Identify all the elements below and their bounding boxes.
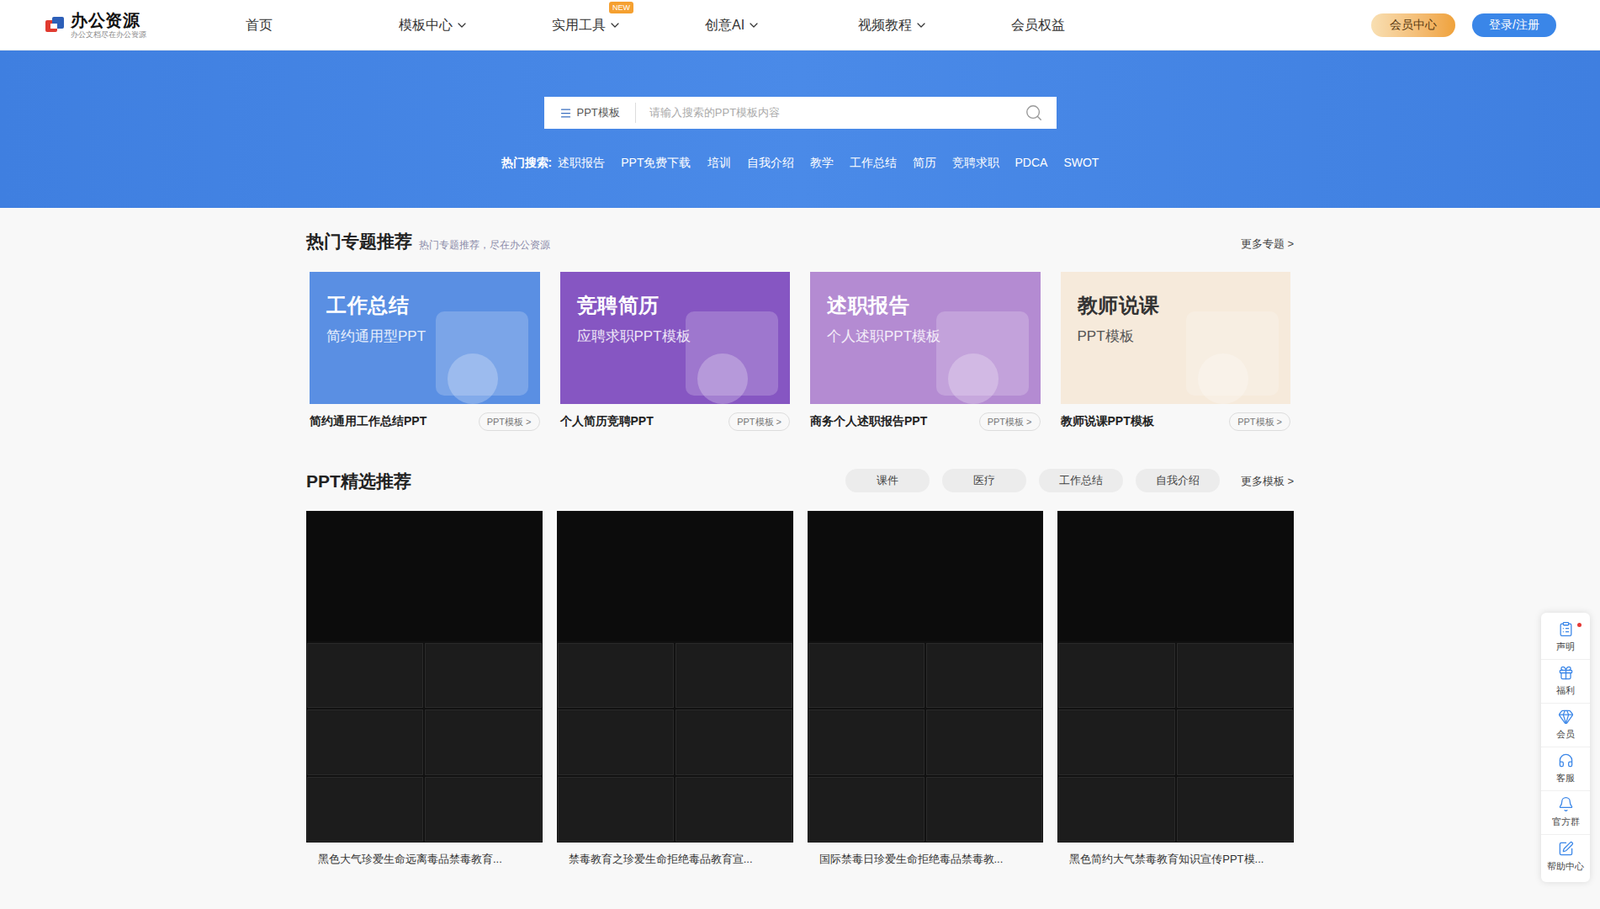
sidebar-item[interactable]: 帮助中心	[1541, 834, 1590, 879]
topic-card[interactable]: 工作总结简约通用型PPT 简约通用工作总结PPT PPT模板 >	[309, 271, 541, 431]
template-caption: 禁毒教育之珍爱生命拒绝毒品教育宣...	[556, 850, 794, 868]
hot-search-item[interactable]: PDCA	[1015, 153, 1049, 172]
more-topics-link[interactable]: 更多专题 >	[1240, 235, 1294, 253]
search-banner: PPT模板热门搜索:述职报告 PPT免费下载培训自我介绍教学工作总结简历竞聘求职 P…	[0, 50, 1600, 208]
template-preview	[1057, 510, 1294, 843]
topic-banner: 教师说课PPT模板	[1060, 271, 1292, 404]
template-caption: 国际禁毒日珍爱生命拒绝毒品禁毒教...	[807, 850, 1044, 868]
header: 办公资源办公文档尽在办公资源首页模板中心实用工具NEW创意AI视频教程会员权益会…	[0, 0, 1600, 51]
pen-icon	[1557, 840, 1574, 857]
topic-tag[interactable]: PPT模板 >	[478, 412, 541, 431]
chevron-down-icon	[747, 18, 761, 32]
content: 热门专题推荐热门专题推荐，尽在办公资源 更多专题 > 工作总结简约通用型PPT 简约通…	[306, 207, 1294, 868]
template-card[interactable]: 禁毒教育之珍爱生命拒绝毒品教育宣...	[556, 510, 794, 868]
topic-tag[interactable]: PPT模板 >	[979, 412, 1041, 431]
topic-card[interactable]: 竞聘简历应聘求职PPT模板个人简历竞聘PPT PPT模板 >	[560, 271, 791, 431]
headphones-icon	[1557, 752, 1574, 769]
template-tag[interactable]: 医疗	[942, 468, 1027, 493]
hot-search-item[interactable]: SWOT	[1063, 153, 1099, 172]
topics-header: 热门专题推荐热门专题推荐，尽在办公资源 更多专题 >	[306, 207, 1294, 255]
hot-search-item[interactable]: 述职报告	[557, 153, 605, 172]
templates-header: PPT精选推荐 课件医疗工作总结自我介绍 更多模板 >	[306, 467, 1294, 495]
template-card[interactable]: 黑色简约大气禁毒教育知识宣传PPT模...	[1057, 510, 1294, 868]
sidebar-item[interactable]: 客服	[1541, 747, 1590, 791]
topic-caption: 简约通用工作总结PPT	[309, 412, 427, 430]
floating-sidebar: 声明福利会员客服官方群帮助中心	[1541, 612, 1590, 882]
topic-tag[interactable]: PPT模板 >	[1229, 412, 1291, 431]
hot-search: 热门搜索:述职报告 PPT免费下载培训自我介绍教学工作总结简历竞聘求职 PDCA SW…	[501, 153, 1100, 172]
hot-search-item[interactable]: 竞聘求职	[952, 153, 1000, 172]
template-tag[interactable]: 课件	[845, 468, 930, 493]
hot-search-item[interactable]: 自我介绍	[747, 153, 795, 172]
template-preview	[807, 510, 1044, 843]
logo[interactable]: 办公资源办公文档尽在办公资源	[43, 11, 196, 39]
topic-caption: 商务个人述职报告PPT	[810, 412, 928, 430]
hot-search-label: 热门搜索:	[501, 153, 553, 172]
sidebar-item[interactable]: 官方群	[1541, 790, 1590, 835]
topic-cards: 工作总结简约通用型PPT简约通用工作总结PPTPPT模板 >竞聘简历应聘求职PP…	[306, 271, 1294, 431]
gem-icon	[1557, 708, 1574, 725]
topic-banner: 述职报告个人述职PPT模板	[810, 271, 1041, 404]
template-tag[interactable]: 自我介绍	[1135, 468, 1220, 493]
main-nav: 首页模板中心实用工具NEW创意AI视频教程会员权益	[245, 15, 1165, 36]
more-templates-link[interactable]: 更多模板 >	[1240, 472, 1294, 490]
hot-search-item[interactable]: 培训	[707, 153, 732, 172]
nav-item[interactable]: 模板中心	[398, 15, 552, 36]
template-card[interactable]: 国际禁毒日珍爱生命拒绝毒品禁毒教...	[807, 510, 1044, 868]
template-preview	[556, 510, 794, 843]
topic-card[interactable]: 述职报告个人述职PPT模板商务个人述职报告PPT PPT模板 >	[810, 271, 1041, 431]
logo-name: 办公资源	[70, 11, 147, 29]
template-caption: 黑色大气珍爱生命远离毒品禁毒教育...	[306, 850, 543, 868]
search-box: PPT模板	[544, 96, 1057, 129]
nav-item[interactable]: 会员权益	[1011, 15, 1165, 36]
page: 办公资源办公文档尽在办公资源首页模板中心实用工具NEW创意AI视频教程会员权益会…	[0, 0, 1600, 909]
topic-card[interactable]: 教师说课PPT模板教师说课PPT模板PPT模板 >	[1060, 271, 1292, 431]
template-caption: 黑色简约大气禁毒教育知识宣传PPT模...	[1057, 850, 1294, 868]
new-badge: NEW	[609, 1, 634, 14]
logo-icon	[43, 15, 66, 36]
chevron-down-icon	[914, 18, 928, 32]
member-center-button[interactable]: 会员中心	[1371, 13, 1456, 38]
notification-dot	[1577, 622, 1582, 627]
template-card[interactable]: 黑色大气珍爱生命远离毒品禁毒教育...	[306, 510, 543, 868]
nav-item[interactable]: 创意AI	[704, 15, 859, 36]
hot-search-item[interactable]: 工作总结	[849, 153, 897, 172]
bell-icon	[1557, 795, 1574, 812]
hot-search-item[interactable]: PPT免费下载	[620, 153, 691, 172]
topic-caption: 个人简历竞聘PPT	[560, 412, 654, 430]
chevron-down-icon	[608, 18, 622, 32]
topic-caption: 教师说课PPT模板	[1060, 412, 1155, 430]
template-cards: 黑色大气珍爱生命远离毒品禁毒教育... 禁毒教育之珍爱生命拒绝毒品教育宣... 国际…	[306, 510, 1294, 868]
topic-tag[interactable]: PPT模板 >	[728, 412, 790, 431]
login-button[interactable]: 登录/注册	[1472, 13, 1557, 38]
sidebar-item[interactable]: 福利	[1541, 659, 1590, 704]
template-preview	[306, 510, 543, 843]
hot-search-item[interactable]: 简历	[912, 153, 937, 172]
gift-icon	[1557, 664, 1574, 681]
clipboard-icon	[1557, 620, 1574, 637]
search-icon[interactable]	[1024, 103, 1044, 122]
hot-search-item[interactable]: 教学	[810, 153, 834, 172]
section-title: 热门专题推荐	[306, 227, 413, 255]
section-title: PPT精选推荐	[306, 467, 412, 495]
nav-item[interactable]: 首页	[245, 15, 399, 36]
sidebar-item[interactable]: 声明	[1541, 615, 1590, 660]
search-category[interactable]: PPT模板	[544, 102, 636, 123]
section-subtitle: 热门专题推荐，尽在办公资源	[418, 237, 551, 253]
sidebar-item[interactable]: 会员	[1541, 703, 1590, 748]
topic-banner: 工作总结简约通用型PPT	[309, 271, 541, 404]
nav-item[interactable]: 视频教程	[858, 15, 1012, 36]
nav-item[interactable]: 实用工具NEW	[551, 15, 705, 36]
topic-banner: 竞聘简历应聘求职PPT模板	[560, 271, 791, 404]
search-input[interactable]	[635, 104, 1025, 122]
template-tag[interactable]: 工作总结	[1038, 468, 1124, 493]
logo-tagline: 办公文档尽在办公资源	[70, 31, 147, 39]
chevron-down-icon	[455, 18, 469, 32]
menu-icon	[559, 106, 573, 120]
